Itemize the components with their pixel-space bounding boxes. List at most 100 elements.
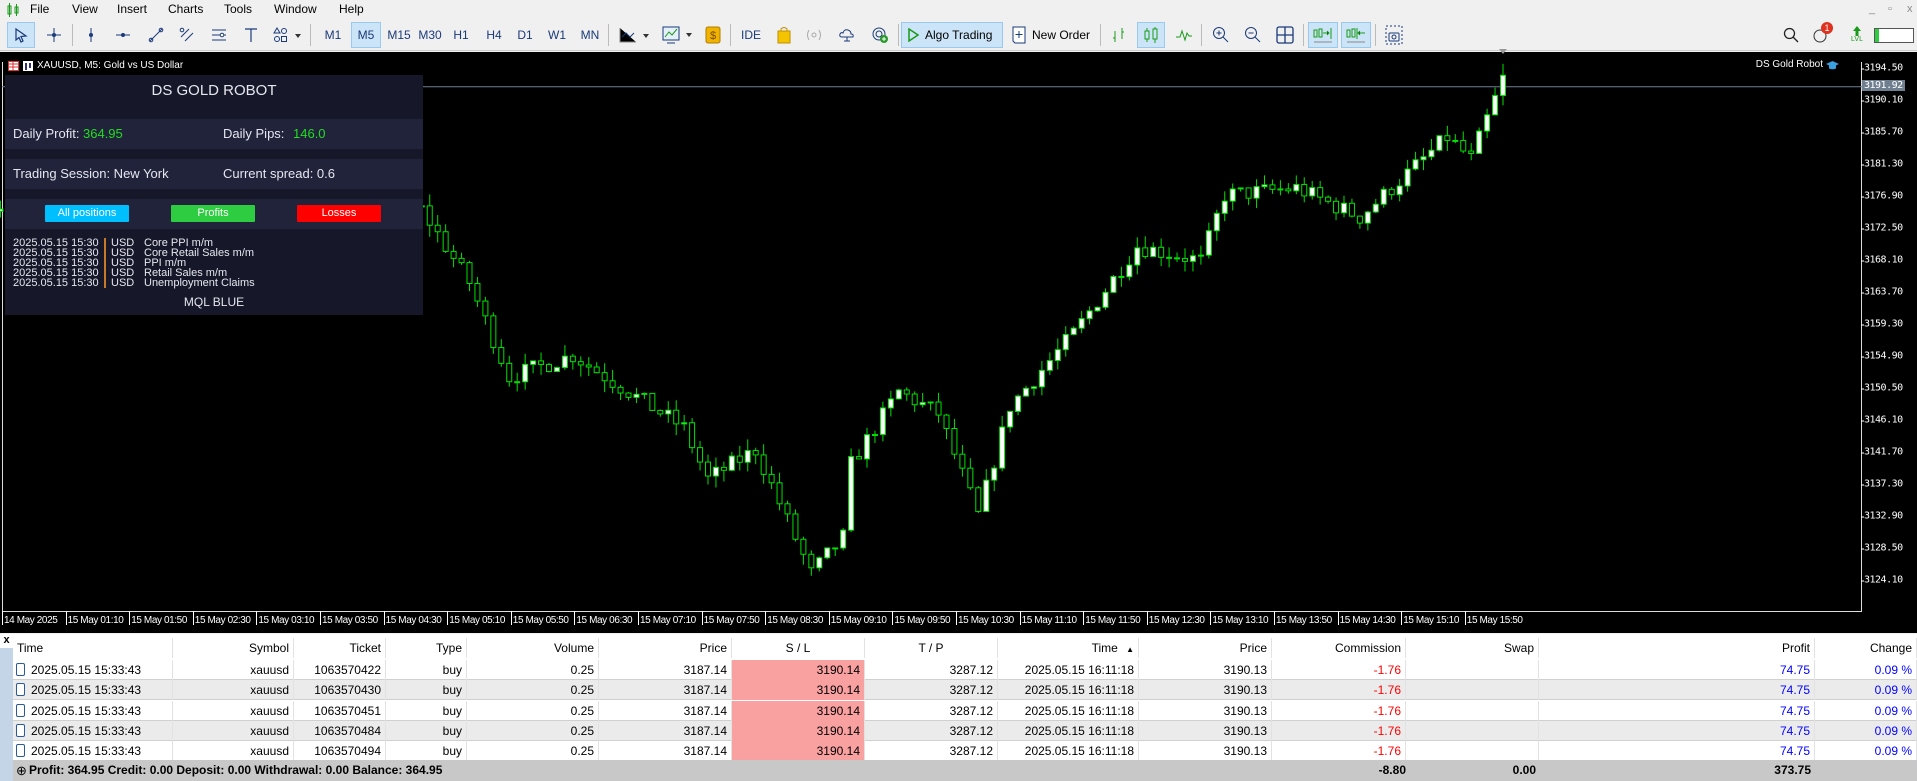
trendline-tool[interactable] [143,22,169,48]
table-row[interactable]: 2025.05.15 15:33:43 xauusd 1063570494 buy 0.… [13,741,1917,762]
chart-shift-button[interactable] [1341,22,1371,48]
market-button[interactable] [772,22,796,48]
bar-chart-icon [1113,28,1124,42]
vps-button[interactable] [868,22,892,48]
timeframe-h1[interactable]: H1 [448,22,474,48]
table-row[interactable]: 2025.05.15 15:33:43 xauusd 1063570422 buy 0.… [13,660,1917,680]
column-header[interactable]: S / L [732,638,865,658]
candle [1444,125,1451,151]
swap-total: 0.00 [1512,763,1536,777]
signals-button[interactable]: $ [702,22,724,48]
candle [1142,236,1149,259]
tile-windows-button[interactable] [1272,22,1298,48]
channel-tool[interactable] [174,22,200,48]
shapes-tool[interactable] [270,22,306,48]
level-button[interactable]: LVL [1846,22,1868,48]
chart-window[interactable]: XAUUSD, M5: Gold vs US Dollar DS Gold Ro… [0,49,1917,633]
table-cell: 2025.05.15 15:33:43 [13,660,173,680]
indicators-dropdown[interactable] [659,22,699,48]
table-row[interactable]: 2025.05.15 15:33:43 xauusd 1063570451 buy 0.… [13,700,1917,721]
time-tick-label: 15 May 11:10 [1019,611,1077,626]
bar-chart-button[interactable] [1106,22,1132,48]
line-chart-button[interactable] [1171,22,1197,48]
chart-type-dropdown[interactable] [616,22,656,48]
algo-trading-button[interactable]: Algo Trading [901,22,1003,48]
table-cell: 3190.13 [1139,680,1272,701]
column-header[interactable]: Symbol [173,638,294,658]
vps-cloud-button[interactable] [835,22,859,48]
menu-help[interactable]: Help [339,2,364,16]
menu-window[interactable]: Window [274,2,317,16]
crosshair-tool[interactable] [40,22,68,48]
menu-tools[interactable]: Tools [224,2,252,16]
time-tick-label: 15 May 07:50 [701,611,760,626]
ide-button[interactable]: IDE [737,22,765,48]
timeframe-w1[interactable]: W1 [544,22,570,48]
expand-icon[interactable]: ⊕ [16,760,27,781]
fibonacci-tool[interactable] [206,22,232,48]
table-cell: 3190.13 [1139,741,1272,762]
timeframe-d1[interactable]: D1 [512,22,538,48]
candlestick-chart-button[interactable] [1137,22,1165,48]
zoom-out-button[interactable] [1240,22,1266,48]
column-header[interactable]: Type [386,638,467,658]
table-row[interactable]: 2025.05.15 15:33:43 xauusd 1063570484 buy 0.… [13,720,1917,741]
table-row[interactable]: 2025.05.15 15:33:43 xauusd 1063570430 buy 0.… [13,680,1917,701]
candle [1197,245,1204,265]
cursor-tool[interactable] [7,22,35,48]
menu-view[interactable]: View [72,2,98,16]
timeframe-m5[interactable]: M5 [351,22,381,48]
restore-button[interactable]: ▫ [1888,3,1892,15]
screenshot-button[interactable] [1381,22,1407,48]
timeframe-h4[interactable]: H4 [481,22,507,48]
close-window-button[interactable]: x [1907,3,1913,15]
timeframe-m1[interactable]: M1 [319,22,347,48]
table-cell: 1063570430 [294,680,386,701]
menu-charts[interactable]: Charts [168,2,203,16]
column-header[interactable]: Price [599,638,732,658]
candle [657,409,664,417]
menu-insert[interactable]: Insert [117,2,147,16]
timeframe-m30[interactable]: M30 [415,22,445,48]
signal-button[interactable] [802,22,826,48]
candle [967,458,974,491]
text-tool[interactable] [238,22,264,48]
toolbox-close-button[interactable]: x [0,634,13,648]
column-header[interactable]: Profit [1539,638,1815,658]
column-header[interactable]: Time ▲ [998,638,1139,658]
all-positions-button[interactable]: All positions [45,205,129,222]
column-header[interactable]: Time [13,638,173,658]
candle [546,362,552,373]
column-header[interactable]: Change [1815,638,1917,658]
column-header[interactable]: Swap [1406,638,1539,658]
timeframe-mn[interactable]: MN [576,22,604,48]
notification-badge: 1 [1821,22,1833,34]
auto-scroll-button[interactable] [1308,22,1338,48]
position-icon [16,723,25,737]
candle [561,345,568,370]
candle [808,550,815,576]
search-button[interactable] [1780,22,1802,48]
column-header[interactable]: Volume [467,638,599,658]
candle [1094,306,1101,312]
column-header[interactable]: Price [1139,638,1272,658]
timeframe-m15[interactable]: M15 [384,22,414,48]
column-header[interactable]: Ticket [294,638,386,658]
candle [1015,394,1022,416]
price-tick-label: 3163.70 [1861,286,1903,298]
minimize-button[interactable]: _ [1869,3,1875,15]
candle [593,362,600,374]
candle [649,392,656,411]
column-header[interactable]: Commission [1272,638,1406,658]
horizontal-line-tool[interactable] [110,22,136,48]
profits-button[interactable]: Profits [171,205,255,222]
zoom-in-button[interactable] [1208,22,1234,48]
new-order-button[interactable]: New Order [1007,22,1095,48]
column-header[interactable]: T / P [865,638,998,658]
chart-shift-marker-icon[interactable] [1498,48,1508,56]
notifications-button[interactable]: 1 [1808,22,1834,48]
losses-button[interactable]: Losses [297,205,381,222]
time-tick-label: 15 May 01:50 [129,611,187,626]
vertical-line-tool[interactable] [78,22,104,48]
menu-file[interactable]: File [30,2,49,16]
